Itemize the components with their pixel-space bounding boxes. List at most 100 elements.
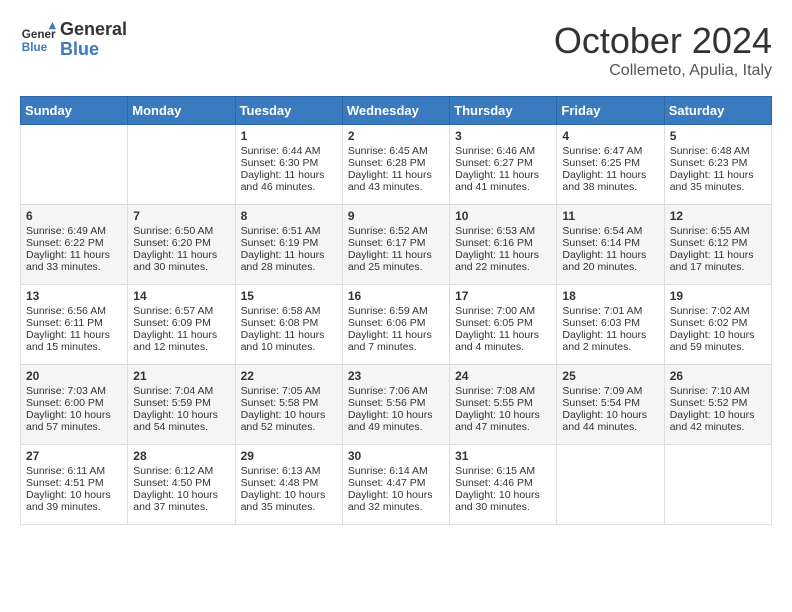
- sunrise-text: Sunrise: 7:10 AM: [670, 385, 750, 397]
- header-row: SundayMondayTuesdayWednesdayThursdayFrid…: [21, 97, 772, 125]
- sunset-text: Sunset: 5:52 PM: [670, 397, 748, 409]
- day-of-week-header: Friday: [557, 97, 664, 125]
- sunset-text: Sunset: 6:19 PM: [241, 237, 319, 249]
- day-number: 5: [670, 129, 766, 143]
- daylight-text: Daylight: 11 hours and 28 minutes.: [241, 249, 325, 273]
- daylight-text: Daylight: 11 hours and 30 minutes.: [133, 249, 217, 273]
- calendar-cell: 22Sunrise: 7:05 AMSunset: 5:58 PMDayligh…: [235, 365, 342, 445]
- daylight-text: Daylight: 10 hours and 54 minutes.: [133, 409, 218, 433]
- sunset-text: Sunset: 5:55 PM: [455, 397, 533, 409]
- day-number: 9: [348, 209, 444, 223]
- sunrise-text: Sunrise: 6:49 AM: [26, 225, 106, 237]
- calendar-cell: 3Sunrise: 6:46 AMSunset: 6:27 PMDaylight…: [450, 125, 557, 205]
- daylight-text: Daylight: 10 hours and 59 minutes.: [670, 329, 755, 353]
- calendar-week-row: 20Sunrise: 7:03 AMSunset: 6:00 PMDayligh…: [21, 365, 772, 445]
- day-number: 15: [241, 289, 337, 303]
- sunrise-text: Sunrise: 7:08 AM: [455, 385, 535, 397]
- day-number: 27: [26, 449, 122, 463]
- daylight-text: Daylight: 10 hours and 49 minutes.: [348, 409, 433, 433]
- daylight-text: Daylight: 11 hours and 12 minutes.: [133, 329, 217, 353]
- calendar-cell: [128, 125, 235, 205]
- sunrise-text: Sunrise: 6:52 AM: [348, 225, 428, 237]
- day-number: 25: [562, 369, 658, 383]
- calendar-body: 1Sunrise: 6:44 AMSunset: 6:30 PMDaylight…: [21, 125, 772, 525]
- sunset-text: Sunset: 5:56 PM: [348, 397, 426, 409]
- daylight-text: Daylight: 11 hours and 46 minutes.: [241, 169, 325, 193]
- daylight-text: Daylight: 10 hours and 42 minutes.: [670, 409, 755, 433]
- calendar-cell: 4 Sunrise: 6:47 AMSunset: 6:25 PMDaylight…: [557, 125, 664, 205]
- sunset-text: Sunset: 6:09 PM: [133, 317, 211, 329]
- calendar-cell: 30Sunrise: 6:14 AMSunset: 4:47 PMDayligh…: [342, 445, 449, 525]
- sunrise-text: Sunrise: 7:04 AM: [133, 385, 213, 397]
- day-number: 4: [562, 129, 658, 143]
- sunrise-text: Sunrise: 7:06 AM: [348, 385, 428, 397]
- day-of-week-header: Tuesday: [235, 97, 342, 125]
- day-number: 22: [241, 369, 337, 383]
- daylight-text: Daylight: 10 hours and 44 minutes.: [562, 409, 647, 433]
- logo-icon: General Blue: [20, 22, 56, 58]
- calendar-cell: 7Sunrise: 6:50 AMSunset: 6:20 PMDaylight…: [128, 205, 235, 285]
- day-number: 24: [455, 369, 551, 383]
- day-number: 28: [133, 449, 229, 463]
- daylight-text: Daylight: 11 hours and 38 minutes.: [562, 169, 646, 193]
- sunrise-text: Sunrise: 7:09 AM: [562, 385, 642, 397]
- sunset-text: Sunset: 6:30 PM: [241, 157, 319, 169]
- daylight-text: Daylight: 11 hours and 7 minutes.: [348, 329, 432, 353]
- sunrise-text: Sunrise: 6:11 AM: [26, 465, 105, 477]
- sunset-text: Sunset: 4:48 PM: [241, 477, 319, 489]
- daylight-text: Daylight: 11 hours and 41 minutes.: [455, 169, 539, 193]
- daylight-text: Daylight: 10 hours and 35 minutes.: [241, 489, 326, 513]
- sunrise-text: Sunrise: 7:00 AM: [455, 305, 535, 317]
- sunrise-text: Sunrise: 6:51 AM: [241, 225, 321, 237]
- sunset-text: Sunset: 4:47 PM: [348, 477, 426, 489]
- calendar-cell: 2Sunrise: 6:45 AMSunset: 6:28 PMDaylight…: [342, 125, 449, 205]
- sunrise-text: Sunrise: 6:13 AM: [241, 465, 321, 477]
- day-number: 17: [455, 289, 551, 303]
- calendar-cell: 27 Sunrise: 6:11 AMSunset: 4:51 PMDayligh…: [21, 445, 128, 525]
- sunset-text: Sunset: 4:46 PM: [455, 477, 533, 489]
- calendar-cell: 13Sunrise: 6:56 AMSunset: 6:11 PMDayligh…: [21, 285, 128, 365]
- sunrise-text: Sunrise: 6:47 AM: [562, 145, 642, 157]
- calendar-cell: 16Sunrise: 6:59 AMSunset: 6:06 PMDayligh…: [342, 285, 449, 365]
- calendar-week-row: 6Sunrise: 6:49 AMSunset: 6:22 PMDaylight…: [21, 205, 772, 285]
- sunrise-text: Sunrise: 6:54 AM: [562, 225, 642, 237]
- sunrise-text: Sunrise: 6:15 AM: [455, 465, 535, 477]
- calendar-week-row: 13Sunrise: 6:56 AMSunset: 6:11 PMDayligh…: [21, 285, 772, 365]
- sunrise-text: Sunrise: 6:45 AM: [348, 145, 428, 157]
- sunrise-text: Sunrise: 7:05 AM: [241, 385, 321, 397]
- calendar-cell: [557, 445, 664, 525]
- logo-text: General Blue: [60, 20, 127, 60]
- calendar-cell: 6Sunrise: 6:49 AMSunset: 6:22 PMDaylight…: [21, 205, 128, 285]
- location-subtitle: Collemeto, Apulia, Italy: [554, 62, 772, 80]
- daylight-text: Daylight: 11 hours and 22 minutes.: [455, 249, 539, 273]
- day-number: 10: [455, 209, 551, 223]
- calendar-cell: 28Sunrise: 6:12 AMSunset: 4:50 PMDayligh…: [128, 445, 235, 525]
- sunset-text: Sunset: 6:25 PM: [562, 157, 640, 169]
- sunset-text: Sunset: 6:17 PM: [348, 237, 426, 249]
- sunset-text: Sunset: 4:50 PM: [133, 477, 211, 489]
- sunset-text: Sunset: 4:51 PM: [26, 477, 104, 489]
- calendar-header: SundayMondayTuesdayWednesdayThursdayFrid…: [21, 97, 772, 125]
- day-of-week-header: Thursday: [450, 97, 557, 125]
- day-number: 13: [26, 289, 122, 303]
- day-number: 23: [348, 369, 444, 383]
- daylight-text: Daylight: 11 hours and 43 minutes.: [348, 169, 432, 193]
- sunrise-text: Sunrise: 7:02 AM: [670, 305, 750, 317]
- sunrise-text: Sunrise: 6:57 AM: [133, 305, 213, 317]
- calendar-cell: 11Sunrise: 6:54 AMSunset: 6:14 PMDayligh…: [557, 205, 664, 285]
- day-number: 11: [562, 209, 658, 223]
- page-header: General Blue General Blue October 2024 C…: [20, 20, 772, 80]
- calendar-cell: 9Sunrise: 6:52 AMSunset: 6:17 PMDaylight…: [342, 205, 449, 285]
- sunrise-text: Sunrise: 6:55 AM: [670, 225, 750, 237]
- daylight-text: Daylight: 10 hours and 39 minutes.: [26, 489, 111, 513]
- calendar-cell: 17Sunrise: 7:00 AMSunset: 6:05 PMDayligh…: [450, 285, 557, 365]
- calendar-cell: 29Sunrise: 6:13 AMSunset: 4:48 PMDayligh…: [235, 445, 342, 525]
- sunset-text: Sunset: 6:28 PM: [348, 157, 426, 169]
- calendar-cell: 19Sunrise: 7:02 AMSunset: 6:02 PMDayligh…: [664, 285, 771, 365]
- calendar-cell: 12Sunrise: 6:55 AMSunset: 6:12 PMDayligh…: [664, 205, 771, 285]
- calendar-cell: 1Sunrise: 6:44 AMSunset: 6:30 PMDaylight…: [235, 125, 342, 205]
- daylight-text: Daylight: 11 hours and 10 minutes.: [241, 329, 325, 353]
- sunrise-text: Sunrise: 6:44 AM: [241, 145, 321, 157]
- sunset-text: Sunset: 6:16 PM: [455, 237, 533, 249]
- calendar-cell: 21Sunrise: 7:04 AMSunset: 5:59 PMDayligh…: [128, 365, 235, 445]
